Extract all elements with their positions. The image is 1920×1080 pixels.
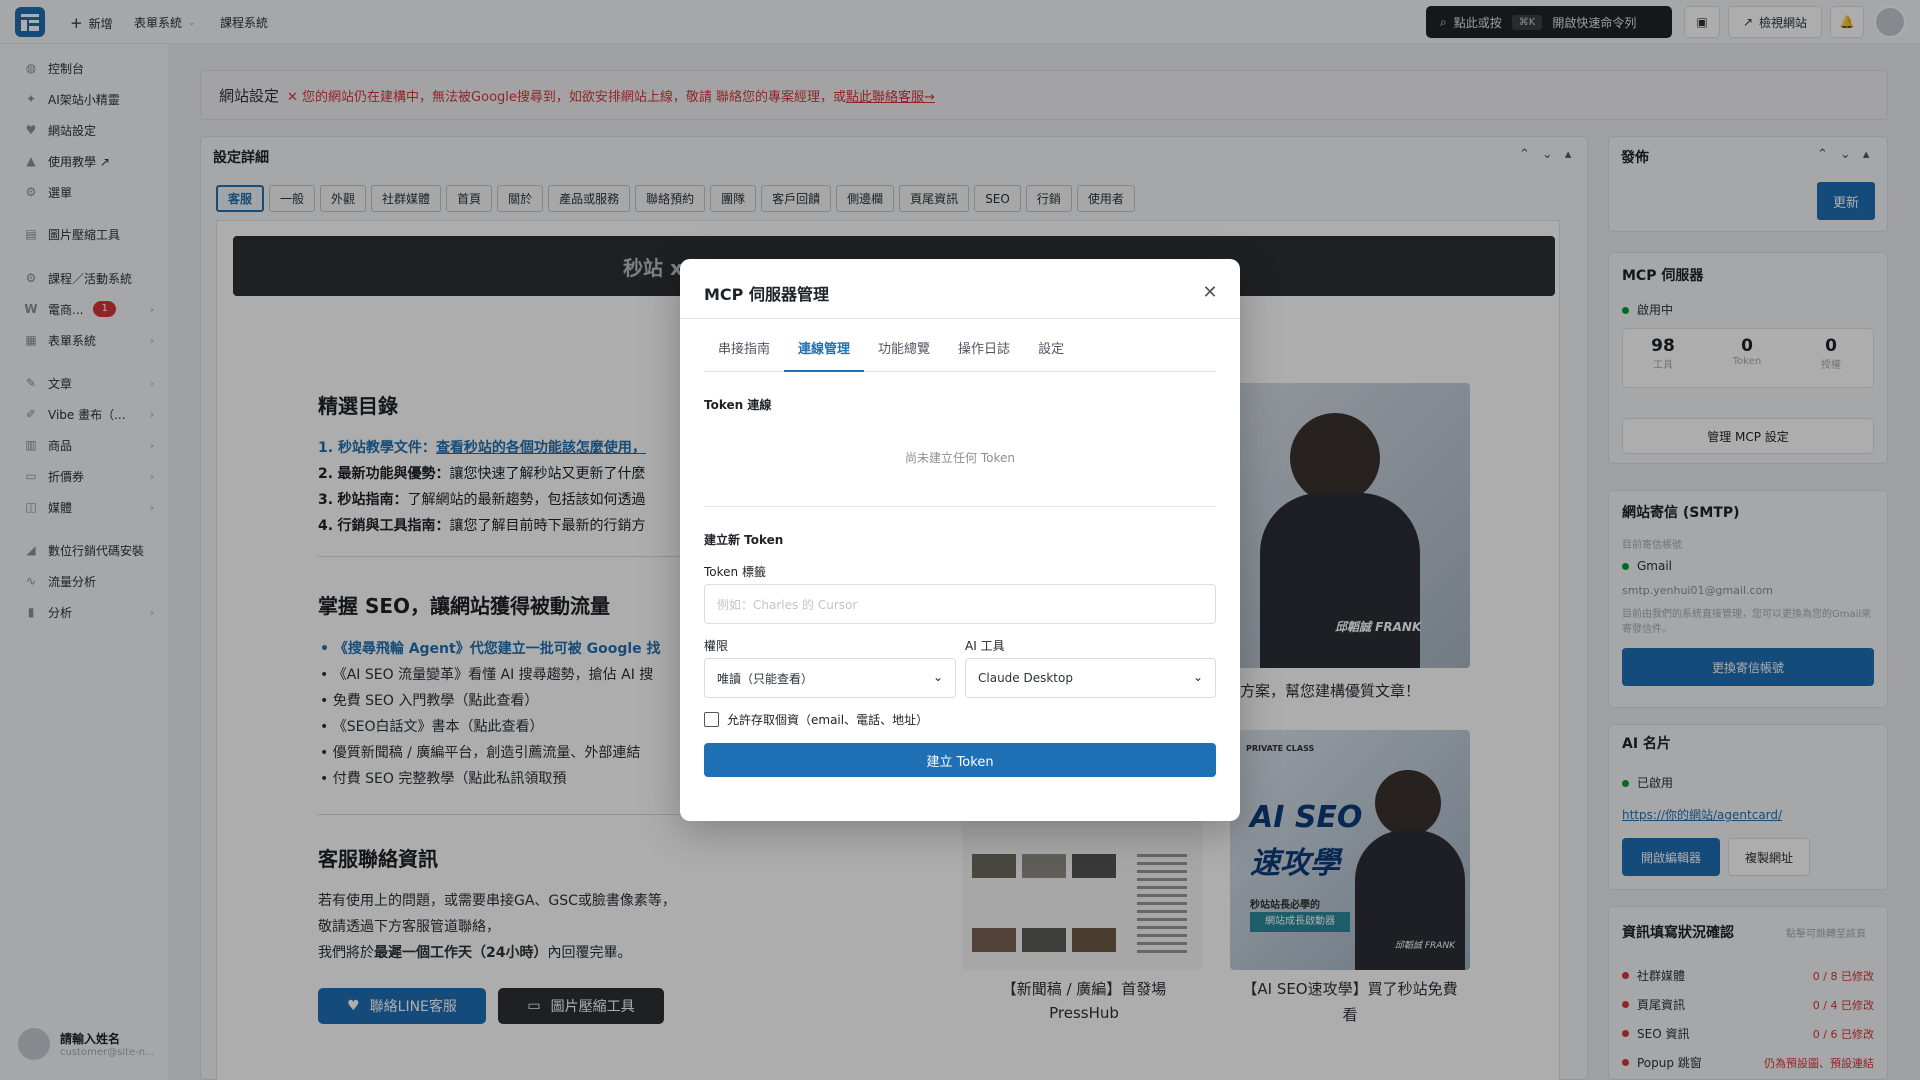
permission-select[interactable]: 唯讀（只能查看） ⌄	[704, 658, 956, 698]
close-icon[interactable]: ✕	[1200, 283, 1220, 303]
pii-access-checkbox[interactable]: 允許存取個資（email、電話、地址）	[704, 711, 928, 728]
token-label-placeholder: 例如：Charles 的 Cursor	[717, 597, 858, 612]
divider	[704, 506, 1216, 507]
permission-caption: 權限	[704, 639, 729, 653]
checkbox[interactable]	[704, 712, 719, 727]
permission-value: 唯讀（只能查看）	[717, 671, 814, 686]
checkbox-label: 允許存取個資（email、電話、地址）	[727, 713, 929, 727]
token-section-title: Token 連線	[704, 398, 772, 412]
ai-tool-select[interactable]: Claude Desktop ⌄	[965, 658, 1216, 698]
chevron-down-icon: ⌄	[1192, 670, 1203, 684]
create-section-title: 建立新 Token	[704, 533, 784, 547]
modal-title: MCP 伺服器管理	[704, 285, 829, 304]
empty-state: 尚未建立任何 Token	[905, 451, 1015, 465]
tab-settings[interactable]: 設定	[1024, 339, 1078, 372]
tab-feature-overview[interactable]: 功能總覽	[864, 339, 944, 372]
token-label-input[interactable]: 例如：Charles 的 Cursor	[704, 584, 1216, 624]
tab-integration-guide[interactable]: 串接指南	[704, 339, 784, 372]
modal-tabs: 串接指南 連線管理 功能總覽 操作日誌 設定	[704, 339, 1216, 372]
create-token-button[interactable]: 建立 Token	[704, 743, 1216, 777]
chevron-down-icon: ⌄	[932, 670, 943, 684]
ai-tool-value: Claude Desktop	[978, 671, 1073, 685]
token-label-caption: Token 標籤	[704, 565, 766, 579]
divider	[680, 318, 1240, 319]
ai-tool-caption: AI 工具	[965, 639, 1005, 653]
mcp-modal: MCP 伺服器管理 ✕ 串接指南 連線管理 功能總覽 操作日誌 設定 Token…	[680, 259, 1240, 821]
tab-operation-log[interactable]: 操作日誌	[944, 339, 1024, 372]
tab-connection-management[interactable]: 連線管理	[784, 339, 865, 372]
